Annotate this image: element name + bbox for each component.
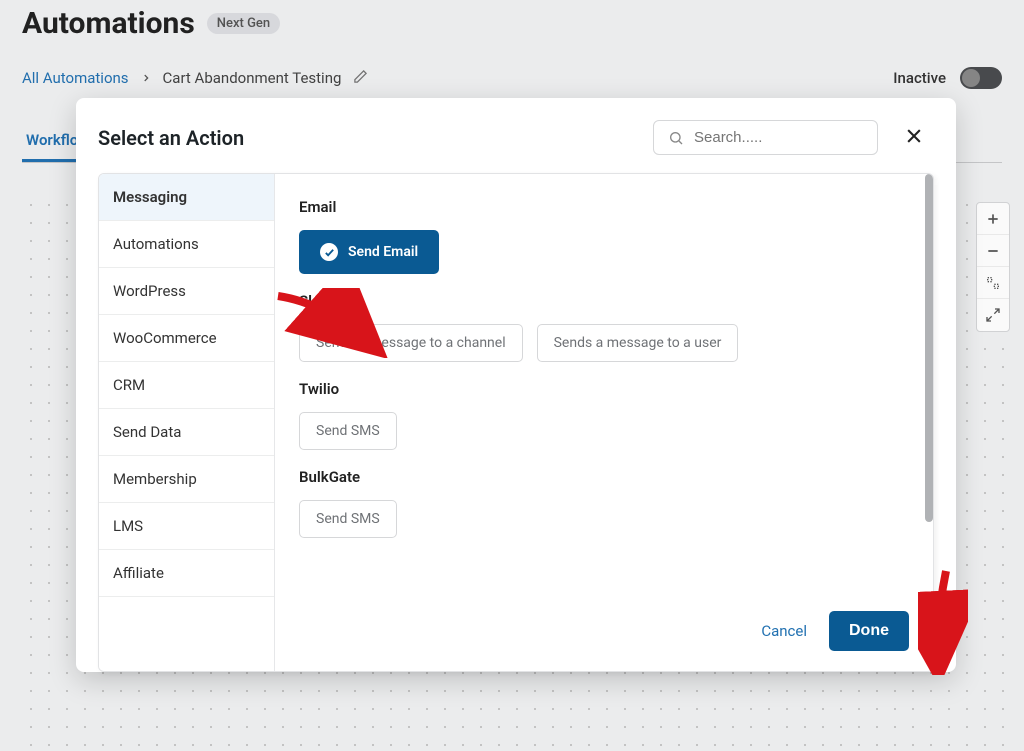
close-icon bbox=[904, 126, 924, 146]
sidebar-item-crm[interactable]: CRM bbox=[99, 362, 274, 409]
scrollbar[interactable] bbox=[925, 174, 933, 522]
action-label: Send Email bbox=[348, 244, 418, 260]
action-bulkgate-sms[interactable]: Send SMS bbox=[299, 500, 397, 538]
check-icon bbox=[320, 243, 338, 261]
section-label-bulkgate: BulkGate bbox=[299, 468, 909, 486]
select-action-modal: Select an Action Messaging Automations W… bbox=[76, 98, 956, 672]
sidebar-item-messaging[interactable]: Messaging bbox=[99, 174, 274, 221]
sidebar-item-wordpress[interactable]: WordPress bbox=[99, 268, 274, 315]
action-twilio-sms[interactable]: Send SMS bbox=[299, 412, 397, 450]
close-button[interactable] bbox=[900, 122, 928, 154]
section-label-email: Email bbox=[299, 198, 909, 216]
action-category-sidebar: Messaging Automations WordPress WooComme… bbox=[99, 174, 275, 671]
sidebar-item-affiliate[interactable]: Affiliate bbox=[99, 550, 274, 597]
sidebar-item-send-data[interactable]: Send Data bbox=[99, 409, 274, 456]
done-button[interactable]: Done bbox=[829, 611, 909, 651]
sidebar-item-lms[interactable]: LMS bbox=[99, 503, 274, 550]
section-label-slack: Slack bbox=[299, 292, 909, 310]
search-icon bbox=[668, 130, 684, 146]
action-list: Email Send Email Slack Sends a message t… bbox=[275, 174, 933, 671]
action-slack-channel[interactable]: Sends a message to a channel bbox=[299, 324, 523, 362]
action-slack-user[interactable]: Sends a message to a user bbox=[537, 324, 739, 362]
sidebar-item-automations[interactable]: Automations bbox=[99, 221, 274, 268]
search-box[interactable] bbox=[653, 120, 878, 155]
search-input[interactable] bbox=[694, 129, 863, 146]
action-send-email[interactable]: Send Email bbox=[299, 230, 439, 274]
sidebar-item-membership[interactable]: Membership bbox=[99, 456, 274, 503]
sidebar-item-woocommerce[interactable]: WooCommerce bbox=[99, 315, 274, 362]
modal-title: Select an Action bbox=[98, 126, 244, 150]
cancel-button[interactable]: Cancel bbox=[761, 622, 807, 640]
section-label-twilio: Twilio bbox=[299, 380, 909, 398]
